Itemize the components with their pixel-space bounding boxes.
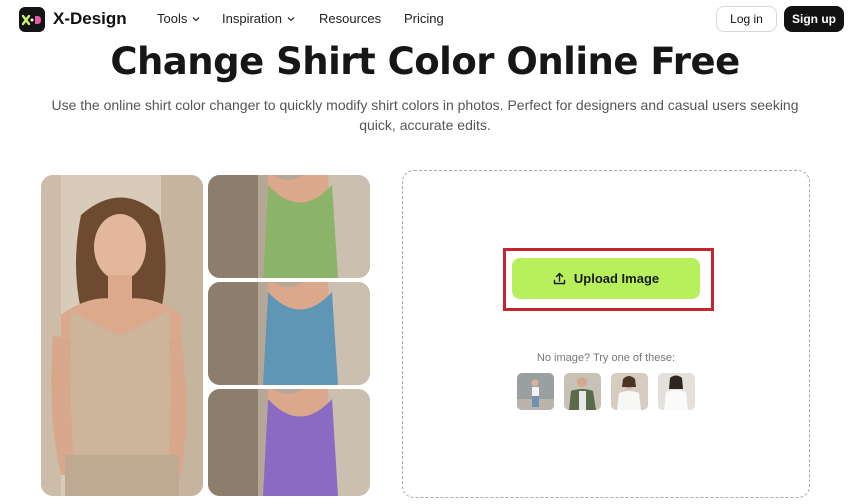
login-button[interactable]: Log in: [716, 6, 777, 32]
brand-logo-icon[interactable]: [19, 7, 45, 32]
upload-image-label: Upload Image: [573, 271, 660, 286]
chevron-down-icon: [192, 16, 200, 21]
variant-photo-blue: [208, 282, 370, 385]
nav-inspiration-label: Inspiration: [222, 11, 282, 26]
main-example-photo: [41, 175, 203, 496]
upload-icon: [553, 272, 566, 285]
upload-image-button[interactable]: Upload Image: [512, 258, 700, 299]
nav-pricing[interactable]: Pricing: [404, 11, 444, 26]
sample-image-2[interactable]: [564, 373, 601, 410]
nav-resources[interactable]: Resources: [319, 11, 381, 26]
nav-tools[interactable]: Tools: [157, 11, 201, 26]
variant-photo-purple: [208, 389, 370, 496]
nav-resources-label: Resources: [319, 11, 382, 26]
nav-pricing-label: Pricing: [404, 11, 444, 26]
nav-inspiration[interactable]: Inspiration: [222, 11, 296, 26]
chevron-down-icon: [287, 16, 295, 21]
top-navigation: X-Design Tools Inspiration Resources Pri…: [0, 0, 850, 38]
brand-name[interactable]: X-Design: [53, 9, 127, 29]
sample-image-4[interactable]: [658, 373, 695, 410]
page-subtitle: Use the online shirt color changer to qu…: [51, 97, 799, 133]
variant-photo-green: [208, 175, 370, 278]
page-title: Change Shirt Color Online Free: [110, 40, 740, 83]
upload-dropzone[interactable]: [402, 170, 810, 498]
sample-image-3[interactable]: [611, 373, 648, 410]
sample-image-1[interactable]: [517, 373, 554, 410]
sample-images-hint: No image? Try one of these:: [536, 352, 676, 364]
signup-button[interactable]: Sign up: [784, 6, 844, 32]
nav-tools-label: Tools: [157, 11, 188, 26]
